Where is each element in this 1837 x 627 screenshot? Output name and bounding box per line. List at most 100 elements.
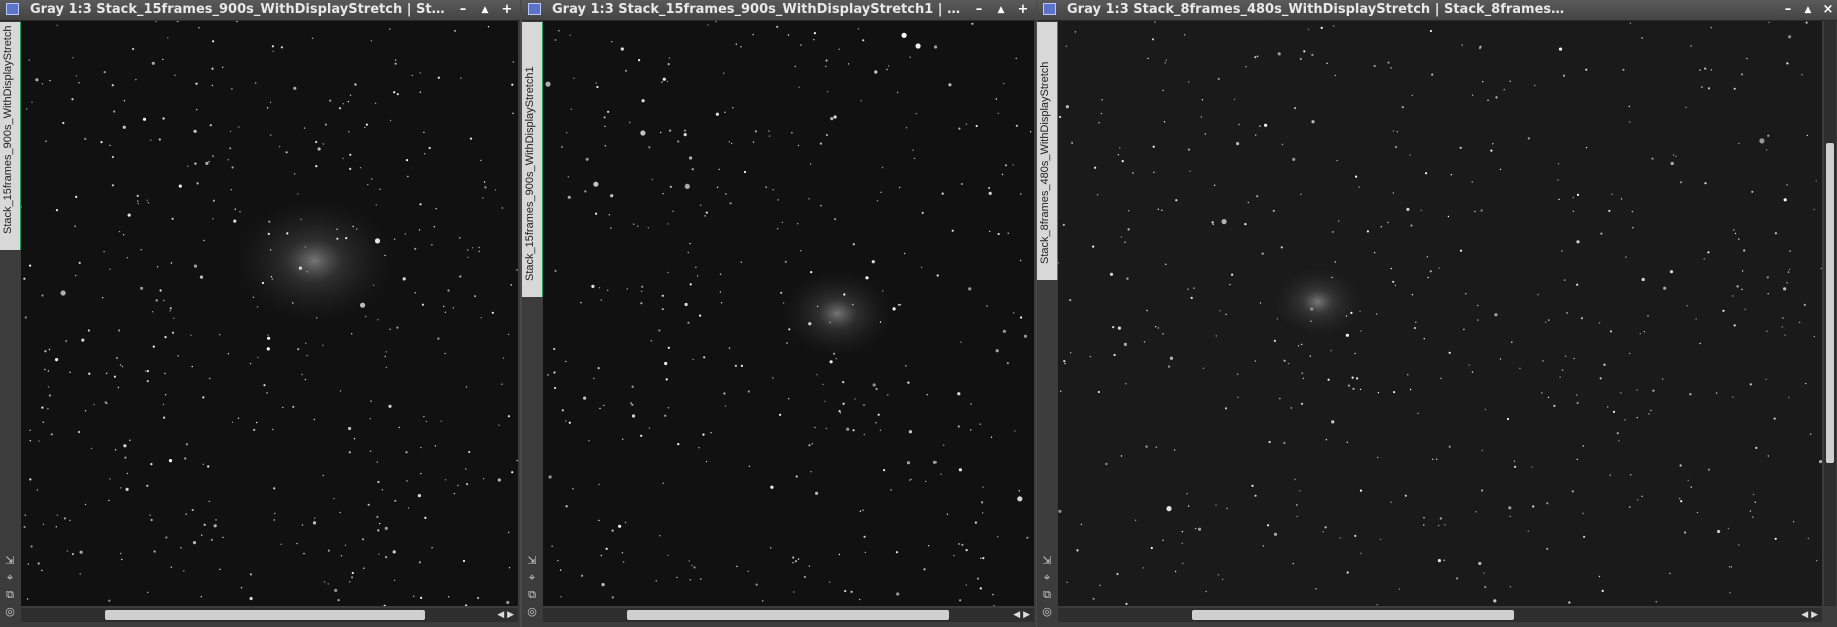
star	[724, 111, 726, 114]
star	[876, 200, 879, 202]
star	[554, 269, 557, 272]
maximize-button[interactable]: +	[498, 0, 516, 20]
horizontal-scroll-thumb[interactable]	[1192, 610, 1514, 620]
star	[1310, 320, 1312, 322]
horizontal-scrollbar[interactable]: ◀ ▶	[543, 608, 1034, 622]
horizontal-scrollbar[interactable]: ◀ ▶	[1058, 608, 1822, 622]
star	[1121, 160, 1124, 163]
shade-button[interactable]: ▲	[992, 0, 1010, 20]
star	[1331, 420, 1335, 424]
view-id-tab[interactable]: Stack_15frames_900s_WithDisplayStretch1	[522, 22, 544, 297]
star	[185, 443, 188, 446]
star	[47, 386, 50, 388]
close-button[interactable]: ×	[1819, 0, 1837, 20]
star	[770, 547, 772, 549]
star	[31, 101, 33, 104]
star	[419, 203, 422, 206]
star	[478, 250, 480, 253]
star	[1733, 324, 1736, 327]
zoom-arrow-icon[interactable]: ⇲	[525, 552, 539, 569]
star	[482, 197, 484, 199]
horizontal-scroll-thumb[interactable]	[627, 610, 949, 620]
image-viewport[interactable]	[21, 21, 518, 606]
star	[306, 354, 308, 357]
horizontal-scroll-thumb[interactable]	[105, 610, 425, 620]
star	[1186, 493, 1188, 495]
star	[385, 351, 387, 353]
scroll-left-icon[interactable]: ◀	[1013, 610, 1020, 620]
star	[971, 22, 974, 25]
scroll-right-icon[interactable]: ▶	[1023, 610, 1030, 620]
target-icon[interactable]: ◎	[525, 603, 539, 620]
star	[1495, 96, 1498, 99]
target-icon[interactable]: ◎	[1040, 603, 1054, 620]
scroll-left-icon[interactable]: ◀	[497, 610, 504, 620]
shade-button[interactable]: ▲	[476, 0, 494, 20]
star	[79, 550, 83, 554]
fit-view-icon[interactable]: ⌖	[525, 569, 539, 586]
star	[1484, 586, 1487, 589]
star	[122, 125, 126, 129]
image-window-2[interactable]: Gray 1:3 Stack_15frames_900s_WithDisplay…	[522, 0, 1036, 627]
star	[1215, 504, 1217, 506]
clone-icon[interactable]: ⧉	[525, 586, 539, 603]
window-titlebar[interactable]: Gray 1:3 Stack_15frames_900s_WithDisplay…	[522, 0, 1036, 21]
view-id-tab[interactable]: Stack_15frames_900s_WithDisplayStretch	[0, 22, 22, 250]
zoom-arrow-icon[interactable]: ⇲	[3, 552, 17, 569]
star	[103, 71, 106, 74]
maximize-button[interactable]: +	[1014, 0, 1032, 20]
star	[735, 43, 737, 45]
star	[1379, 538, 1382, 541]
star	[423, 415, 425, 418]
view-id-tab[interactable]: Stack_8frames_480s_WithDisplayStretch	[1037, 22, 1059, 280]
minimize-button[interactable]: –	[1779, 0, 1797, 20]
window-titlebar[interactable]: Gray 1:3 Stack_15frames_900s_WithDisplay…	[0, 0, 520, 21]
vertical-scrollbar[interactable]	[1824, 21, 1836, 606]
star	[164, 372, 166, 375]
star	[1283, 359, 1286, 362]
scroll-left-icon[interactable]: ◀	[1801, 610, 1808, 620]
minimize-button[interactable]: –	[970, 0, 988, 20]
image-window-3[interactable]: Gray 1:3 Stack_8frames_480s_WithDisplayS…	[1037, 0, 1837, 627]
star	[402, 277, 406, 281]
star	[593, 377, 595, 380]
star	[266, 347, 270, 351]
star	[765, 186, 767, 188]
clone-icon[interactable]: ⧉	[1040, 586, 1054, 603]
star	[816, 374, 818, 376]
star	[800, 44, 802, 46]
window-titlebar[interactable]: Gray 1:3 Stack_8frames_480s_WithDisplayS…	[1037, 0, 1837, 21]
star	[1225, 313, 1227, 316]
star	[364, 126, 366, 129]
star	[1620, 392, 1622, 394]
clone-icon[interactable]: ⧉	[3, 586, 17, 603]
star	[482, 478, 485, 480]
horizontal-scrollbar[interactable]: ◀ ▶	[21, 608, 518, 622]
star	[55, 358, 59, 362]
star	[365, 315, 367, 318]
vertical-scroll-thumb[interactable]	[1826, 143, 1834, 463]
star	[1394, 284, 1397, 287]
image-window-1[interactable]: Gray 1:3 Stack_15frames_900s_WithDisplay…	[0, 0, 520, 627]
star	[171, 217, 174, 220]
star	[108, 599, 111, 602]
star	[1784, 334, 1786, 336]
scroll-right-icon[interactable]: ▶	[507, 610, 514, 620]
star	[124, 456, 127, 459]
star	[1272, 209, 1275, 212]
fit-view-icon[interactable]: ⌖	[1040, 569, 1054, 586]
image-viewport[interactable]	[543, 21, 1034, 606]
scroll-right-icon[interactable]: ▶	[1811, 610, 1818, 620]
image-viewport[interactable]	[1058, 21, 1822, 606]
star	[689, 579, 691, 581]
star	[668, 57, 671, 59]
star	[970, 429, 972, 431]
zoom-arrow-icon[interactable]: ⇲	[1040, 552, 1054, 569]
star	[369, 450, 372, 452]
fit-view-icon[interactable]: ⌖	[3, 569, 17, 586]
shade-button[interactable]: ▲	[1799, 0, 1817, 20]
star	[664, 414, 667, 417]
minimize-button[interactable]: –	[454, 0, 472, 20]
target-icon[interactable]: ◎	[3, 603, 17, 620]
star	[24, 316, 27, 319]
